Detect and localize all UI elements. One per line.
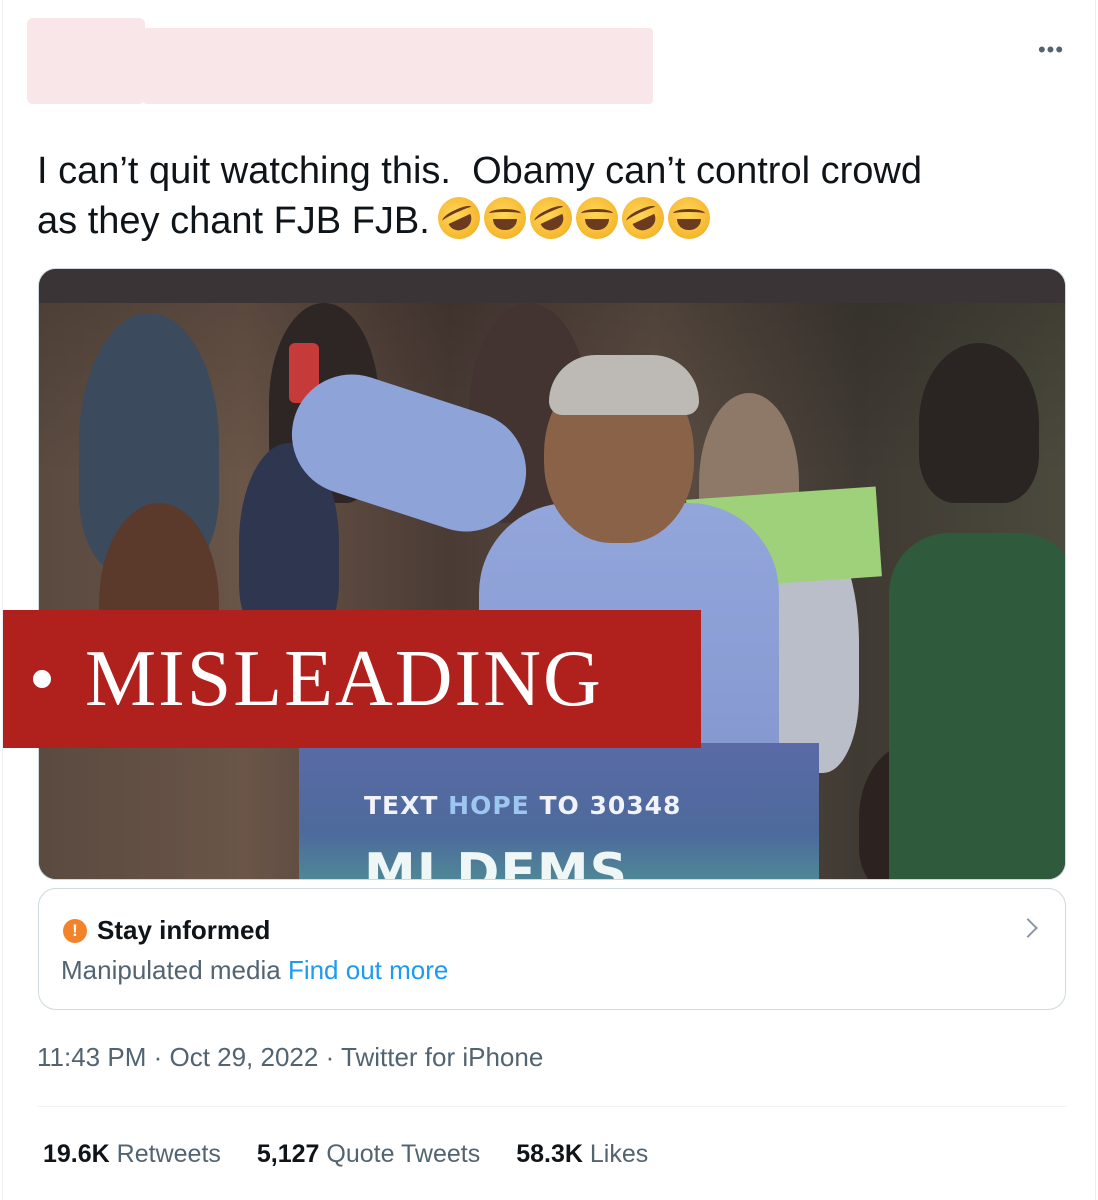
notice-title: Stay informed xyxy=(97,915,271,945)
separator: · xyxy=(318,1042,341,1072)
separator: · xyxy=(146,1042,170,1072)
warning-icon: ! xyxy=(63,919,87,943)
likes-stat[interactable]: 58.3K Likes xyxy=(516,1140,648,1169)
face-with-tears-of-joy-icon xyxy=(667,197,710,239)
find-out-more-link[interactable]: Find out more xyxy=(288,955,448,985)
crowd-person xyxy=(889,533,1065,879)
divider xyxy=(37,1106,1067,1107)
rolling-on-floor-laughing-icon xyxy=(430,190,487,246)
misleading-overlay-badge: MISLEADING xyxy=(3,610,701,748)
emoji-group xyxy=(430,190,710,246)
media-letterbox xyxy=(39,269,1065,303)
retweets-stat[interactable]: 19.6K Retweets xyxy=(43,1140,221,1169)
rolling-on-floor-laughing-icon xyxy=(614,190,671,246)
tweet-text-line1: I can’t quit watching this. Obamy can’t … xyxy=(37,150,922,192)
tweet-timestamp-link[interactable]: 11:43 PM · Oct 29, 2022 xyxy=(37,1042,318,1072)
podium-sign-logo: MI DEMS xyxy=(364,843,629,880)
face-with-tears-of-joy-icon xyxy=(483,197,526,239)
tweet-text: I can’t quit watching this. Obamy can’t … xyxy=(37,146,1047,246)
likes-label: Likes xyxy=(589,1140,649,1168)
speaker-hair xyxy=(549,355,699,415)
tweet-time: 11:43 PM xyxy=(37,1042,147,1072)
tweet-date: Oct 29, 2022 xyxy=(169,1042,319,1072)
likes-count: 58.3K xyxy=(516,1140,583,1168)
rolling-on-floor-laughing-icon xyxy=(522,190,579,246)
quote-tweets-stat[interactable]: 5,127 Quote Tweets xyxy=(257,1140,480,1169)
sign-text-part: TEXT xyxy=(364,791,449,820)
sign-text-part: TO 30348 xyxy=(529,791,682,820)
face-with-tears-of-joy-icon xyxy=(575,197,618,239)
tweet-text-line2: as they chant FJB FJB. xyxy=(37,200,430,242)
stay-informed-notice[interactable]: ! Stay informed Manipulated media Find o… xyxy=(38,888,1066,1010)
podium-sign-text: TEXT HOPE TO 30348 xyxy=(364,791,681,820)
sign-text-part: HOPE xyxy=(448,791,530,820)
video-frame: TEXT HOPE TO 30348 MI DEMS xyxy=(39,303,1065,880)
misleading-label: MISLEADING xyxy=(85,635,603,723)
bullet-icon xyxy=(33,670,51,688)
manipulated-media-label: Manipulated media xyxy=(61,955,281,985)
quote-tweets-label: Quote Tweets xyxy=(326,1140,481,1168)
tweet-card: ••• I can’t quit watching this. Obamy ca… xyxy=(2,0,1096,1200)
more-options-button[interactable]: ••• xyxy=(1031,36,1071,64)
redacted-username xyxy=(143,28,653,104)
quote-tweets-count: 5,127 xyxy=(256,1140,320,1168)
redacted-avatar xyxy=(27,18,145,104)
notice-subtitle: Manipulated media Find out more xyxy=(61,955,448,986)
crowd-person xyxy=(919,343,1039,503)
tweet-stats: 19.6K Retweets 5,127 Quote Tweets 58.3K … xyxy=(43,1140,648,1169)
tweet-source-link[interactable]: Twitter for iPhone xyxy=(341,1042,543,1072)
tweet-media-video[interactable]: TEXT HOPE TO 30348 MI DEMS xyxy=(38,268,1066,880)
chevron-right-icon xyxy=(1018,918,1038,938)
retweets-count: 19.6K xyxy=(43,1140,110,1168)
retweets-label: Retweets xyxy=(116,1140,221,1168)
tweet-metadata: 11:43 PM · Oct 29, 2022 · Twitter for iP… xyxy=(37,1042,543,1073)
